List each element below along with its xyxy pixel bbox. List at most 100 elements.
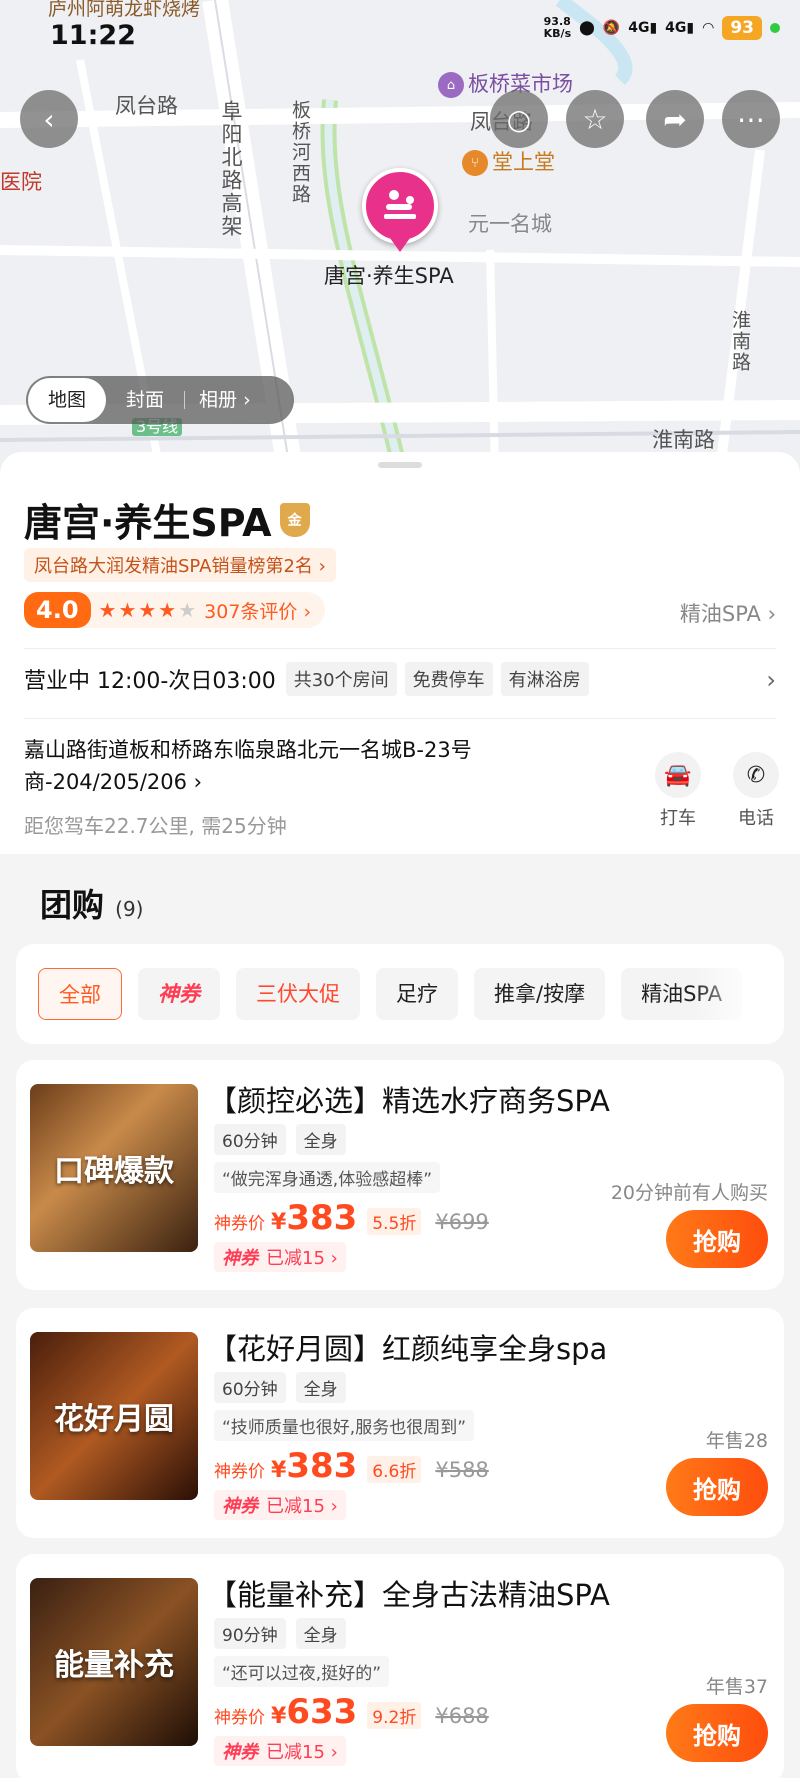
group-buy-count: (9) <box>115 897 144 921</box>
back-button[interactable]: ‹ <box>20 90 78 148</box>
category-link[interactable]: 精油SPA › <box>680 598 776 628</box>
deal-duration: 60分钟 <box>214 1372 286 1403</box>
coupon-row[interactable]: 神券 已减15 › <box>214 1242 346 1272</box>
deal-sales: 年售28 <box>705 1430 768 1452</box>
star-icon: ☆ <box>582 102 608 136</box>
map-tabs: 地图 封面 相册 › <box>26 376 294 424</box>
deal-original-price: ¥699 <box>435 1210 489 1234</box>
map-label-shop: 唐宫·养生SPA <box>324 264 454 288</box>
coupon-tag: 神券 <box>222 1496 258 1517</box>
deal-scope: 全身 <box>295 1372 346 1403</box>
tab-map[interactable]: 地图 <box>28 378 107 422</box>
phone-icon: ✆ <box>733 752 779 798</box>
currency: ¥ <box>271 1210 287 1235</box>
coupon-row[interactable]: 神券 已减15 › <box>214 1490 346 1520</box>
chevron-right-icon[interactable]: › <box>766 666 776 694</box>
filter-all[interactable]: 全部 <box>38 968 122 1020</box>
filled-stars: ★★★★ <box>98 598 179 622</box>
group-buy-title: 团购 (9) <box>40 880 144 926</box>
buy-button[interactable]: 抢购 <box>666 1458 768 1516</box>
shop-name: 唐宫·养生SPA <box>24 501 272 545</box>
filter-bar: 全部 神券 三伏大促 足疗 推拿/按摩 精油SPA <box>16 944 784 1044</box>
buy-button[interactable]: 抢购 <box>666 1704 768 1762</box>
business-hours: 营业中 12:00-次日03:00 <box>24 669 276 694</box>
deal-price: 383 <box>286 1446 358 1486</box>
map-label-fengtai-road: 凤台路 <box>115 94 178 118</box>
deal-quote: “做完浑身通透,体验感超棒” <box>214 1162 441 1193</box>
rank-tag[interactable]: 凤台路大润发精油SPA销量榜第2名 › <box>24 548 336 582</box>
hours-row[interactable]: 营业中 12:00-次日03:00 共30个房间 免费停车 有淋浴房 <box>24 662 589 696</box>
rating-stars-icon: ★★★★★ <box>99 598 199 622</box>
map-label-hospital: 医院 <box>0 170 42 194</box>
chevron-left-icon: ‹ <box>43 102 55 136</box>
more-button[interactable]: ⋯ <box>722 90 780 148</box>
price-label: 神券价 <box>214 1214 265 1234</box>
deal-card[interactable]: 能量补充 【能量补充】全身古法精油SPA 90分钟 全身 “还可以过夜,挺好的”… <box>16 1554 784 1778</box>
phone-button[interactable]: ✆ 电话 <box>726 752 786 830</box>
mute-icon: 🔕 <box>602 20 621 36</box>
tab-album-label: 相册 <box>199 389 238 411</box>
deal-image[interactable]: 花好月圆 <box>30 1332 198 1500</box>
favorite-button[interactable]: ☆ <box>566 90 624 148</box>
deal-quote: “还可以过夜,挺好的” <box>214 1656 390 1687</box>
coupon-text: 已减15 › <box>266 1496 338 1517</box>
massage-icon <box>384 190 416 219</box>
group-buy-title-text: 团购 <box>40 886 105 924</box>
price-row: 神券价 ¥ 383 5.5折 ¥699 <box>214 1198 489 1238</box>
location-icon: ⬤ <box>579 20 595 36</box>
deal-price: 633 <box>286 1692 358 1732</box>
map-label-huainan-road-v: 淮南路 <box>729 310 751 373</box>
network-speed: 93.8 KB/s <box>543 15 572 40</box>
share-button[interactable]: ➦ <box>646 90 704 148</box>
market-icon[interactable]: ⌂ <box>438 72 464 98</box>
buy-button[interactable]: 抢购 <box>666 1210 768 1268</box>
filter-foot[interactable]: 足疗 <box>376 968 458 1020</box>
deal-image[interactable]: 能量补充 <box>30 1578 198 1746</box>
price-label: 神券价 <box>214 1462 265 1482</box>
coupon-row[interactable]: 神券 已减15 › <box>214 1736 346 1766</box>
shop-address[interactable]: 嘉山路街道板和桥路东临泉路北元一名城B-23号商-204/205/206 › <box>24 734 544 798</box>
tag-rooms: 共30个房间 <box>285 662 397 696</box>
tab-cover[interactable]: 封面 <box>106 376 184 424</box>
status-icons: 93.8 KB/s ⬤ 🔕 4G▮ 4G▮ ◠ 93 <box>544 16 780 40</box>
deal-duration: 60分钟 <box>214 1124 286 1155</box>
deal-scope: 全身 <box>295 1124 346 1155</box>
price-row: 神券价 ¥ 633 9.2折 ¥688 <box>214 1692 489 1732</box>
deal-title: 【能量补充】全身古法精油SPA <box>208 1578 610 1612</box>
divider <box>24 718 776 719</box>
shop-location-pin[interactable] <box>362 168 438 244</box>
drive-distance: 距您驾车22.7公里, 需25分钟 <box>24 814 287 838</box>
restaurant-icon[interactable]: ⑂ <box>462 150 488 176</box>
deal-original-price: ¥588 <box>435 1458 489 1482</box>
filter-summer-promo[interactable]: 三伏大促 <box>236 968 360 1020</box>
drag-handle[interactable] <box>378 462 422 468</box>
coupon-tag: 神券 <box>222 1742 258 1763</box>
currency: ¥ <box>271 1458 287 1483</box>
deal-sales: 年售37 <box>705 1676 768 1698</box>
deal-tags: 60分钟 全身 <box>214 1372 346 1403</box>
coupon-text: 已减15 › <box>266 1248 338 1269</box>
rating-row[interactable]: 4.0 ★★★★★ 307条评价 › <box>24 592 326 628</box>
empty-star-icon: ★ <box>178 598 199 622</box>
deal-card[interactable]: 口碑爆款 【颜控必选】精选水疗商务SPA 60分钟 全身 “做完浑身通透,体验感… <box>16 1060 784 1290</box>
coupon-text: 已减15 › <box>266 1742 338 1763</box>
deal-image[interactable]: 口碑爆款 <box>30 1084 198 1252</box>
map-label-huainan-road-h: 淮南路 <box>652 428 715 452</box>
filter-massage[interactable]: 推拿/按摩 <box>474 968 606 1020</box>
review-count: 307条评价 › <box>204 600 312 623</box>
coupon-tag: 神券 <box>222 1248 258 1269</box>
filter-shenquan[interactable]: 神券 <box>138 968 220 1020</box>
taxi-button[interactable]: 🚘 打车 <box>648 752 708 830</box>
tab-album[interactable]: 相册 › <box>185 376 271 424</box>
deal-title: 【颜控必选】精选水疗商务SPA <box>208 1084 610 1118</box>
deal-card[interactable]: 花好月圆 【花好月圆】红颜纯享全身spa 60分钟 全身 “技师质量也很好,服务… <box>16 1308 784 1538</box>
search-button[interactable]: ○ <box>490 90 548 148</box>
deal-sales: 20分钟前有人购买 <box>610 1182 768 1204</box>
rating-score: 4.0 <box>24 592 91 628</box>
map-view[interactable]: 庐州阿萌龙虾烧烤 凤台路 阜阳北路高架 板桥河西路 板桥菜市场 凤台路 堂上堂 … <box>0 0 800 470</box>
currency: ¥ <box>271 1704 287 1729</box>
deal-duration: 90分钟 <box>214 1618 286 1649</box>
medal-icon: 金 <box>279 502 310 537</box>
deal-quote: “技师质量也很好,服务也很周到” <box>214 1410 475 1441</box>
status-time: 11:22 <box>50 20 136 51</box>
